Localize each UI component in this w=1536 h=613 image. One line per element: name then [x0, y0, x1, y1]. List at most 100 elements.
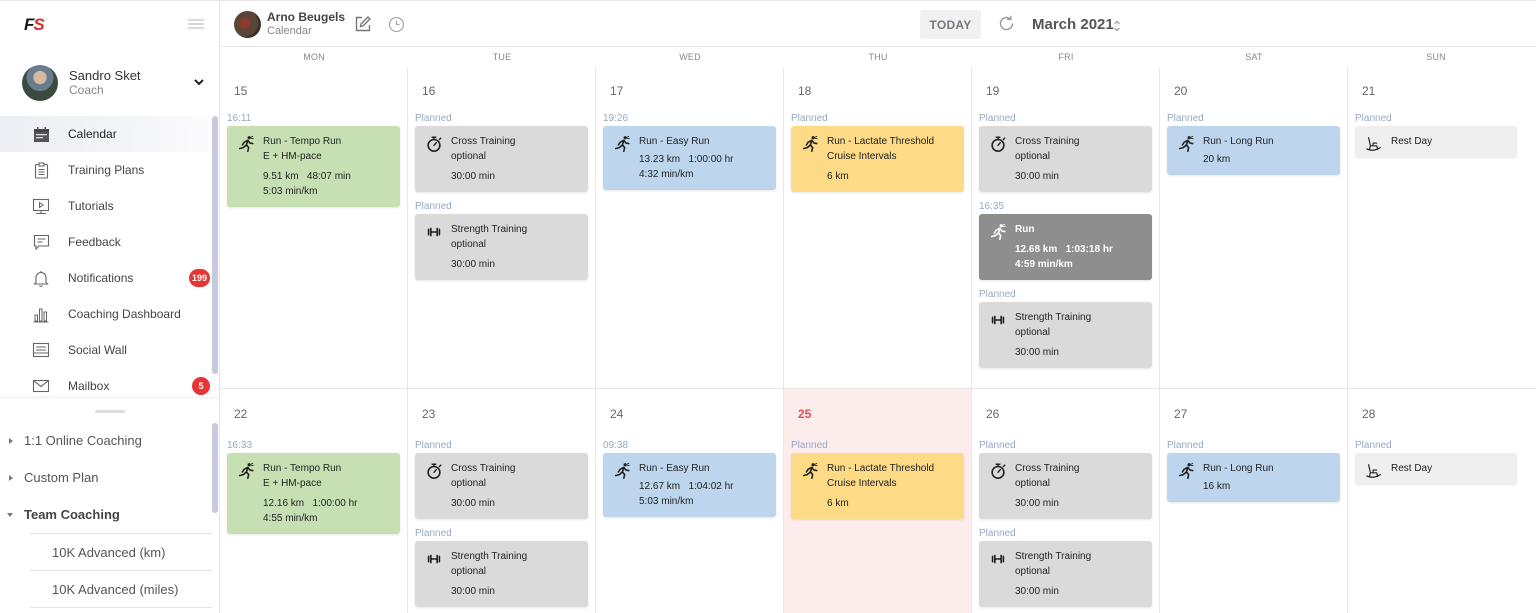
workout-title: Run - Easy Run	[639, 463, 710, 474]
workout-card[interactable]: Cross Training optional 30:00 min	[415, 126, 588, 192]
calendar-day[interactable]: 15 16:11 Run - Tempo Run E + HM-pace 9.51…	[220, 68, 408, 388]
workout-card[interactable]: Cross Training optional 30:00 min	[979, 126, 1152, 192]
logo[interactable]: FS	[24, 15, 45, 35]
subgroup-label: 10K Advanced (km)	[52, 544, 166, 560]
calendar-grid: 15 16:11 Run - Tempo Run E + HM-pace 9.51…	[220, 68, 1536, 613]
calendar-day[interactable]: 23 Planned Cross Training optional 30:00 …	[408, 389, 596, 613]
workout-card[interactable]: Run - Lactate Threshold Cruise Intervals…	[791, 453, 964, 519]
workout-title: Run - Lactate Threshold	[827, 463, 935, 474]
workout-card[interactable]: Strength Training optional 30:00 min	[415, 214, 588, 280]
sidebar-item-label: Social Wall	[68, 343, 127, 357]
athlete-avatar[interactable]	[234, 11, 261, 38]
user-role: Coach	[69, 83, 104, 97]
notification-badge: 199	[188, 269, 210, 287]
sidebar-item-label: Notifications	[68, 271, 134, 285]
running-icon	[613, 462, 631, 480]
stopwatch-icon	[425, 462, 443, 480]
calendar-day[interactable]: 16 Planned Cross Training optional 30:00 …	[408, 68, 596, 388]
calendar-day[interactable]: 17 19:26 Run - Easy Run 13.23 km 1:00:00 …	[596, 68, 784, 388]
workout-title: Strength Training	[1015, 312, 1092, 323]
event-time-label: 19:26	[603, 113, 629, 124]
workout-stats: 30:00 min	[1015, 586, 1059, 597]
workout-card[interactable]: Rest Day	[1355, 453, 1517, 484]
calendar-day[interactable]: 27 Planned Run - Long Run 16 km	[1160, 389, 1348, 613]
workout-subtitle: optional	[1015, 478, 1051, 489]
subgroup-item[interactable]: 10K Advanced (km)	[30, 533, 212, 570]
group-1-1-online-coaching[interactable]: 1:1 Online Coaching	[0, 422, 212, 459]
refresh-icon[interactable]	[997, 14, 1016, 33]
workout-card[interactable]: Strength Training optional 30:00 min	[415, 541, 588, 607]
calendar-day-today[interactable]: 25 Planned Run - Lactate Threshold Cruise…	[784, 389, 972, 613]
event-time-label: Planned	[415, 440, 452, 451]
sidebar-item-notifications[interactable]: Notifications 199	[0, 260, 212, 296]
clock-icon[interactable]	[388, 16, 405, 33]
workout-subtitle: optional	[451, 151, 487, 162]
today-button[interactable]: TODAY	[920, 10, 981, 39]
sidebar-item-training-plans[interactable]: Training Plans	[0, 152, 212, 188]
workout-card[interactable]: Run - Long Run 20 km	[1167, 126, 1340, 175]
resize-handle[interactable]	[95, 410, 125, 413]
caret-right-icon[interactable]	[9, 474, 13, 481]
workout-card[interactable]: Run - Tempo Run E + HM-pace 9.51 km 48:0…	[227, 126, 400, 207]
sidebar-item-tutorials[interactable]: Tutorials	[0, 188, 212, 224]
event-time-label: Planned	[979, 289, 1016, 300]
groups-scrollbar[interactable]	[212, 423, 218, 513]
group-label: Custom Plan	[24, 470, 99, 485]
notification-badge: 5	[192, 377, 210, 395]
caret-right-icon[interactable]	[9, 437, 13, 444]
user-profile[interactable]: Sandro Sket Coach	[22, 65, 212, 101]
workout-card[interactable]: Strength Training optional 30:00 min	[979, 541, 1152, 607]
subgroup-item[interactable]: 10K Advanced (miles)	[30, 570, 212, 607]
rocking-chair-icon	[1365, 135, 1383, 153]
workout-title: Run - Lactate Threshold	[827, 136, 935, 147]
workout-stats: 30:00 min	[1015, 347, 1059, 358]
month-selector-icon[interactable]	[1113, 18, 1121, 34]
workout-card[interactable]: Run - Lactate Threshold Cruise Intervals…	[791, 126, 964, 192]
sidebar-item-calendar[interactable]: Calendar	[0, 116, 212, 152]
nav-scrollbar[interactable]	[212, 116, 218, 374]
sidebar-item-coaching-dashboard[interactable]: Coaching Dashboard	[0, 296, 212, 332]
calendar-day[interactable]: 22 16:33 Run - Tempo Run E + HM-pace 12.1…	[220, 389, 408, 613]
caret-down-icon[interactable]	[7, 512, 13, 517]
sidebar-item-social-wall[interactable]: Social Wall	[0, 332, 212, 368]
edit-icon[interactable]	[354, 15, 372, 33]
topbar: Arno Beugels Calendar TODAY March 2021	[220, 1, 1536, 47]
event-time-label: 16:11	[227, 113, 252, 124]
workout-stats: 12.16 km 1:00:00 hr	[263, 498, 358, 509]
workout-title: Cross Training	[1015, 136, 1080, 147]
calendar-day[interactable]: 18 Planned Run - Lactate Threshold Cruise…	[784, 68, 972, 388]
calendar-day[interactable]: 21 Planned Rest Day	[1348, 68, 1524, 388]
day-number: 15	[234, 84, 248, 98]
calendar-day[interactable]: 28 Planned Rest Day	[1348, 389, 1524, 613]
workout-card[interactable]: Run - Easy Run 13.23 km 1:00:00 hr 4:32 …	[603, 126, 776, 190]
workout-card[interactable]: Run - Long Run 16 km	[1167, 453, 1340, 502]
calendar-day[interactable]: 19 Planned Cross Training optional 30:00 …	[972, 68, 1160, 388]
calendar-day[interactable]: 26 Planned Cross Training optional 30:00 …	[972, 389, 1160, 613]
chevron-down-icon[interactable]	[192, 75, 206, 89]
workout-title: Strength Training	[1015, 551, 1092, 562]
workout-stats: 6 km	[827, 171, 849, 182]
calendar-day[interactable]: 20 Planned Run - Long Run 20 km	[1160, 68, 1348, 388]
menu-toggle-icon[interactable]	[188, 19, 204, 29]
day-number: 24	[610, 407, 624, 421]
workout-card[interactable]: Rest Day	[1355, 126, 1517, 157]
workout-stats: 6 km	[827, 498, 849, 509]
workout-title: Strength Training	[451, 551, 528, 562]
workout-card[interactable]: Cross Training optional 30:00 min	[415, 453, 588, 519]
workout-card[interactable]: Run - Easy Run 12.67 km 1:04:02 hr 5:03 …	[603, 453, 776, 517]
calendar-day[interactable]: 24 09:38 Run - Easy Run 12.67 km 1:04:02 …	[596, 389, 784, 613]
group-custom-plan[interactable]: Custom Plan	[0, 459, 212, 496]
group-team-coaching[interactable]: Team Coaching	[0, 496, 212, 533]
event-time-label: Planned	[979, 528, 1016, 539]
workout-card[interactable]: Run 12.68 km 1:03:18 hr 4:59 min/km	[979, 214, 1152, 280]
workout-card[interactable]: Strength Training optional 30:00 min	[979, 302, 1152, 368]
workout-card[interactable]: Cross Training optional 30:00 min	[979, 453, 1152, 519]
sidebar-item-feedback[interactable]: Feedback	[0, 224, 212, 260]
workout-subtitle: E + HM-pace	[263, 478, 322, 489]
sidebar-divider	[0, 399, 219, 405]
month-label[interactable]: March 2021	[1032, 16, 1114, 33]
calendar-icon	[32, 125, 50, 143]
event-time-label: Planned	[1355, 113, 1392, 124]
group-label: Team Coaching	[24, 507, 120, 522]
workout-card[interactable]: Run - Tempo Run E + HM-pace 12.16 km 1:0…	[227, 453, 400, 534]
